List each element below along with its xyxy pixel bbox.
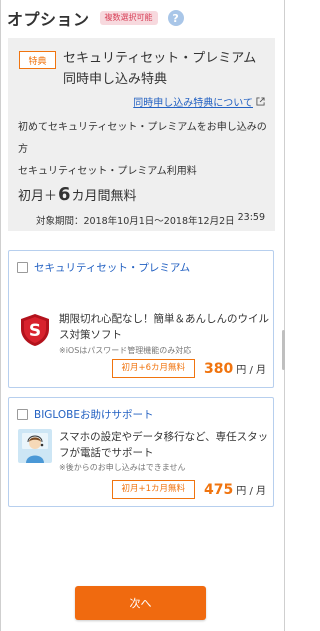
price-amount: 380 (204, 360, 234, 377)
support-operator-icon (18, 429, 52, 463)
section-header: オプション 複数選択可能 ? (7, 5, 184, 31)
price-unit: 円 / 月 (236, 365, 266, 376)
promo-desc-line1: 初めてセキュリティセット・プレミアムをお申し込みの方 (18, 122, 267, 155)
option-price-row: 初月+1カ月無料 475 円 / 月 (111, 480, 266, 499)
promo-link-label: 同時申し込み特典について (133, 98, 253, 109)
option-price-row: 初月+6カ月無料 380 円 / 月 (111, 359, 266, 378)
campaign-tag: 初月+1カ月無料 (111, 480, 196, 499)
option-card-support[interactable]: BIGLOBEお助けサポート スマホの設定やデータ移行など、専任スタッフが電話で… (8, 397, 274, 507)
promo-target-period: 対象期間：2018年10月1日〜2018年12月2日 (36, 216, 235, 227)
promo-free-prefix: 初月＋ (18, 189, 58, 204)
page-title: オプション (7, 10, 90, 29)
external-link-icon (256, 97, 265, 106)
help-circle-icon[interactable]: ? (167, 10, 184, 26)
campaign-tag: 初月+6カ月無料 (111, 359, 196, 378)
option-header: セキュリティセット・プレミアム (17, 260, 190, 275)
option-note: ※iOSはパスワード管理機能のみ対応 (59, 346, 192, 355)
next-button[interactable]: 次へ (75, 586, 206, 620)
option-checkbox[interactable] (17, 409, 28, 420)
promo-title: セキュリティセット・プレミアム同時申し込み特典 (63, 51, 257, 87)
promo-free-suffix: カ月間無料 (71, 189, 137, 204)
promo-period-time: 23:59 (237, 212, 265, 223)
option-description: スマホの設定やデータ移行など、専任スタッフが電話でサポート (59, 431, 269, 459)
option-checkbox[interactable] (17, 262, 28, 273)
scrollbar[interactable] (282, 330, 285, 370)
option-title[interactable]: セキュリティセット・プレミアム (34, 260, 190, 275)
promo-details-link[interactable]: 同時申し込み特典について (133, 94, 265, 109)
multi-select-badge: 複数選択可能 (99, 11, 158, 25)
option-note: ※後からのお申し込みはできません (59, 463, 186, 472)
promo-free-number: 6 (58, 184, 71, 205)
promo-free-period: 初月＋ 6 カ月間無料 (18, 184, 137, 205)
promo-description: 初めてセキュリティセット・プレミアムをお申し込みの方 セキュリティセット・プレミ… (18, 117, 268, 183)
promo-badge: 特典 (19, 51, 56, 69)
option-card-security[interactable]: セキュリティセット・プレミアム S 期限切れ心配なし！簡単＆あんしんのウイルス対… (8, 250, 274, 388)
promo-desc-line2: セキュリティセット・プレミアム利用料 (18, 166, 197, 177)
security-shield-icon: S (21, 314, 49, 346)
svg-text:S: S (29, 321, 41, 341)
price-unit: 円 / 月 (236, 486, 266, 497)
option-header: BIGLOBEお助けサポート (17, 407, 154, 422)
promo-panel: 特典 セキュリティセット・プレミアム同時申し込み特典 同時申し込み特典について … (8, 38, 275, 231)
price-amount: 475 (204, 481, 234, 498)
option-title[interactable]: BIGLOBEお助けサポート (34, 407, 154, 422)
option-description: 期限切れ心配なし！簡単＆あんしんのウイルス対策ソフト (59, 313, 269, 341)
